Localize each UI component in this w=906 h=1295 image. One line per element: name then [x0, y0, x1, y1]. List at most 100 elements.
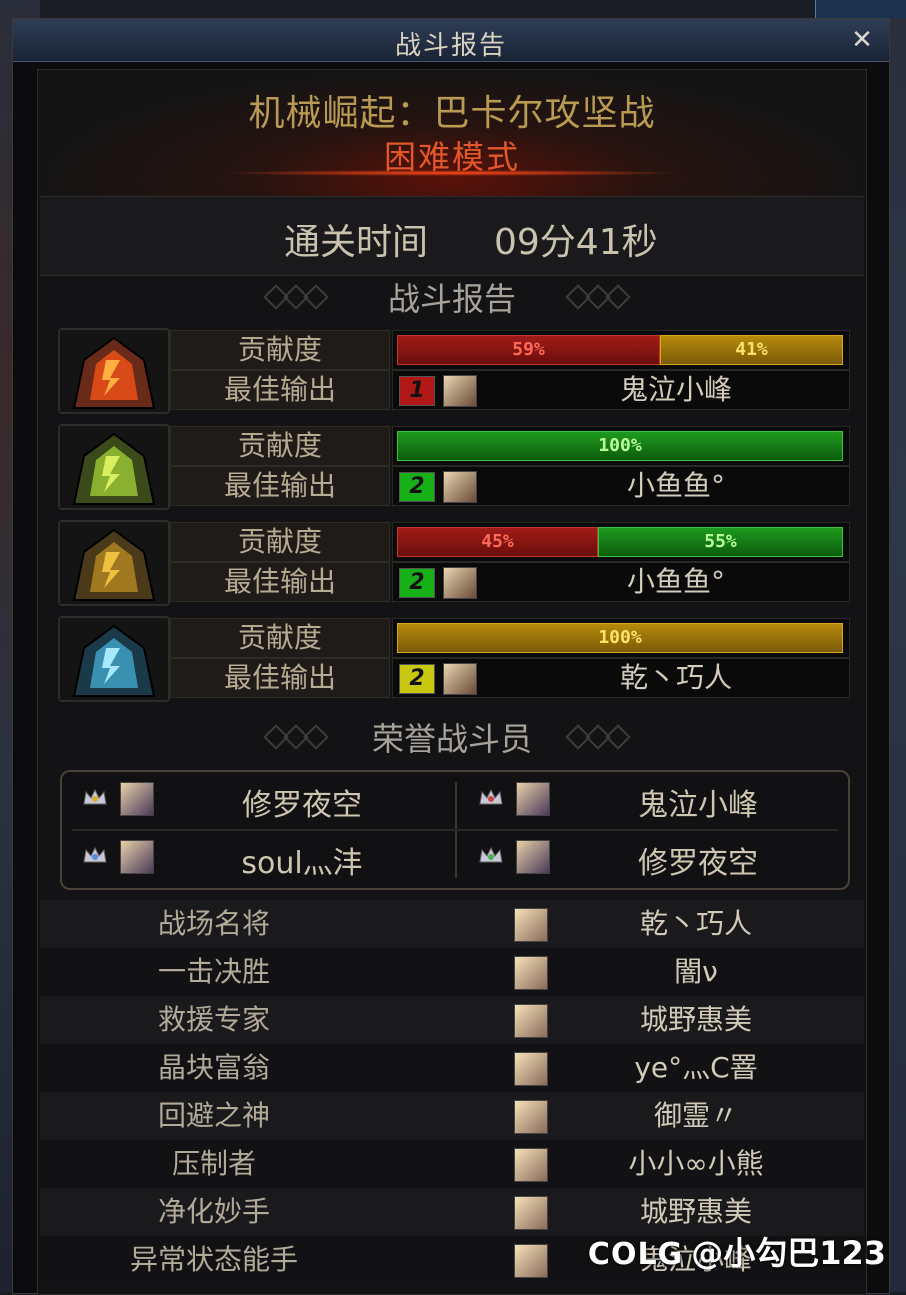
best-output-line: 最佳输出 1 鬼泣小峰 — [170, 370, 850, 410]
honor-member[interactable]: 修罗夜空 — [62, 774, 442, 826]
avatar — [514, 956, 548, 990]
best-output-label: 最佳输出 — [170, 466, 390, 506]
avatar — [443, 567, 477, 599]
contribution-line: 贡献度 100% — [170, 426, 850, 466]
contribution-label: 贡献度 — [170, 522, 390, 562]
award-row: 压制者 小小∞小熊 — [40, 1140, 864, 1188]
contribution-segment: 59% — [397, 335, 660, 365]
dungeon-header: 机械崛起：巴卡尔攻坚战 困难模式 — [38, 70, 866, 200]
contribution-segment: 45% — [397, 527, 598, 557]
award-title: 压制者 — [171, 1147, 256, 1180]
contribution-segment: 41% — [660, 335, 843, 365]
contribution-bar: 59% 41% — [392, 330, 850, 370]
best-output-line: 最佳输出 2 乾丶巧人 — [170, 658, 850, 698]
background-top-right-widget — [815, 0, 906, 18]
contribution-segment: 55% — [598, 527, 843, 557]
window-title: 战斗报告 — [394, 31, 507, 61]
colg-logo: COLG — [587, 1237, 684, 1272]
divider — [72, 829, 838, 831]
contribution-label: 贡献度 — [170, 426, 390, 466]
award-title: 一击决胜 — [157, 955, 270, 988]
best-output-label: 最佳输出 — [170, 562, 390, 602]
honor-member-name: 鬼泣小峰 — [638, 788, 758, 823]
award-row: 一击决胜 闇ν — [40, 948, 864, 996]
job-icon: 2 — [399, 664, 435, 694]
best-output-line: 最佳输出 2 小鱼鱼° — [170, 562, 850, 602]
avatar — [516, 840, 550, 874]
clear-time-value: 09分41秒 — [494, 222, 658, 263]
boss-portrait — [58, 616, 170, 702]
best-output-label: 最佳输出 — [170, 658, 390, 698]
award-list: 战场名将 乾丶巧人 一击决胜 闇ν 救援专家 城野惠美 晶块富翁 ye°灬C罯 … — [40, 900, 864, 1284]
avatar — [120, 782, 154, 816]
job-icon: 2 — [399, 568, 435, 598]
avatar — [514, 1004, 548, 1038]
contribution-line: 贡献度 59% 41% — [170, 330, 850, 370]
award-row: 晶块富翁 ye°灬C罯 — [40, 1044, 864, 1092]
window-titlebar[interactable]: 战斗报告 ✕ — [13, 19, 889, 62]
award-row: 战场名将 乾丶巧人 — [40, 900, 864, 948]
gold-crown-icon — [82, 788, 108, 808]
blue-crown-icon — [82, 846, 108, 866]
award-winner-name: 御霊〃 — [653, 1099, 738, 1132]
best-output-box: 2 小鱼鱼° — [392, 562, 850, 602]
best-output-name: 乾丶巧人 — [619, 661, 732, 694]
clear-time-box: 通关时间 09分41秒 — [40, 196, 864, 276]
contribution-bar: 45% 55% — [392, 522, 850, 562]
boss-portrait — [58, 328, 170, 414]
award-winner-name: 小小∞小熊 — [628, 1147, 764, 1180]
ornament-right — [565, 724, 638, 750]
best-output-box: 2 小鱼鱼° — [392, 466, 850, 506]
job-icon: 1 — [399, 376, 435, 406]
best-output-box: 2 乾丶巧人 — [392, 658, 850, 698]
award-title: 回避之神 — [157, 1099, 270, 1132]
award-title: 净化妙手 — [157, 1195, 270, 1228]
boss-portrait — [58, 424, 170, 510]
contribution-bar: 100% — [392, 426, 850, 466]
avatar — [443, 663, 477, 695]
watermark-text: @小勾巴123 — [691, 1234, 886, 1272]
award-winner-name: 闇ν — [674, 955, 718, 988]
award-row: 救援专家 城野惠美 — [40, 996, 864, 1044]
award-title: 战场名将 — [157, 907, 270, 940]
best-output-label: 最佳输出 — [170, 370, 390, 410]
ornament-right — [565, 284, 638, 310]
job-icon: 2 — [399, 472, 435, 502]
battle-report-window: 战斗报告 ✕ 机械崛起：巴卡尔攻坚战 困难模式 通关时间 09分41秒 战斗报告… — [12, 18, 890, 1295]
report-section-title: 战斗报告 — [387, 280, 516, 318]
green-crown-icon — [478, 846, 504, 866]
award-winner-name: ye°灬C罯 — [634, 1051, 758, 1084]
contribution-line: 贡献度 100% — [170, 618, 850, 658]
best-output-line: 最佳输出 2 小鱼鱼° — [170, 466, 850, 506]
honor-member[interactable]: 鬼泣小峰 — [458, 774, 838, 826]
avatar — [443, 471, 477, 503]
honor-member-name: 修罗夜空 — [638, 846, 758, 881]
award-title: 救援专家 — [157, 1003, 270, 1036]
honor-section-title: 荣誉战斗员 — [371, 720, 532, 758]
boss-portrait — [58, 520, 170, 606]
red-crown-icon — [478, 788, 504, 808]
honor-members-box: 修罗夜空 鬼泣小峰 soul灬沣 修罗夜空 — [60, 770, 850, 890]
best-output-name: 鬼泣小峰 — [619, 373, 732, 406]
award-title: 异常状态能手 — [129, 1243, 298, 1276]
contribution-segment: 100% — [397, 623, 843, 653]
award-winner-name: 城野惠美 — [639, 1003, 752, 1036]
honor-member-name: 修罗夜空 — [242, 788, 362, 823]
contribution-label: 贡献度 — [170, 618, 390, 658]
contribution-segment: 100% — [397, 431, 843, 461]
honor-member-name: soul灬沣 — [241, 846, 363, 881]
award-row: 回避之神 御霊〃 — [40, 1092, 864, 1140]
avatar — [514, 908, 548, 942]
honor-member[interactable]: 修罗夜空 — [458, 832, 838, 884]
avatar — [514, 1148, 548, 1182]
dungeon-name: 机械崛起：巴卡尔攻坚战 — [248, 93, 656, 134]
best-output-name: 小鱼鱼° — [626, 469, 725, 502]
honor-member[interactable]: soul灬沣 — [62, 832, 442, 884]
best-output-box: 1 鬼泣小峰 — [392, 370, 850, 410]
boss-row: 贡献度 100% 最佳输出 2 小鱼鱼° — [58, 424, 850, 510]
close-icon[interactable]: ✕ — [849, 27, 875, 53]
report-panel: 机械崛起：巴卡尔攻坚战 困难模式 通关时间 09分41秒 战斗报告 贡献度 59… — [37, 69, 867, 1295]
avatar — [120, 840, 154, 874]
contribution-bar: 100% — [392, 618, 850, 658]
avatar — [514, 1052, 548, 1086]
